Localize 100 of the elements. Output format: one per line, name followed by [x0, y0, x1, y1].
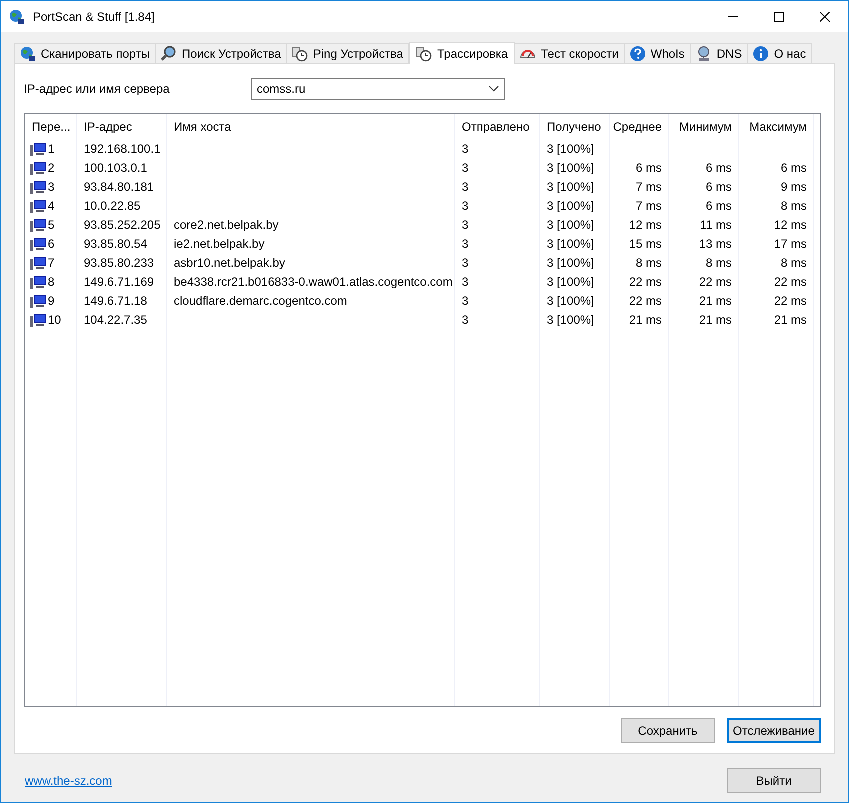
table-cell-text: 21 ms [629, 312, 662, 328]
table-cell-text: 149.6.71.169 [84, 274, 154, 290]
globe-icon [9, 8, 25, 24]
computer-icon [30, 236, 46, 252]
table-cell-text: 3 [100%] [547, 274, 594, 290]
table-cell-text: 3 [462, 292, 469, 310]
table-cell-text: 9 [48, 292, 55, 310]
computer-icon [30, 216, 46, 232]
table-cell-text: 8 ms [636, 254, 662, 272]
table-cell-text: 12 ms [774, 216, 807, 234]
table-cell-text: 3 [100%] [547, 178, 594, 196]
column-header[interactable]: Отправлено [462, 118, 530, 136]
table-cell-text: 5 [48, 216, 55, 234]
table-cell-text: 4 [48, 198, 55, 214]
table-cell-text: 3 [100%] [547, 216, 594, 234]
table-cell-text: 15 ms [629, 236, 662, 252]
tab[interactable]: Сканировать порты [14, 43, 156, 63]
table-cell-text: be4338.rcr21.b016833-0.waw01.atlas.cogentco.com [174, 274, 453, 290]
tab[interactable]: Трассировка [409, 42, 516, 64]
table-cell-text: 8 ms [780, 198, 807, 214]
tab[interactable]: Тест скорости [514, 43, 625, 63]
table-cell-text: 149.6.71.18 [84, 292, 148, 310]
table-cell-text: ie2.net.belpak.by [174, 236, 265, 252]
table-cell-text: 3 [462, 312, 469, 328]
table-cell-text: 3 [100%] [547, 160, 594, 176]
table-cell-text: 22 ms [774, 274, 807, 290]
table-cell-text: 21 ms [774, 312, 807, 328]
column-header[interactable]: Пере... [32, 118, 71, 136]
table-cell-text: 8 ms [780, 254, 807, 272]
table-cell-text: 21 ms [699, 312, 732, 328]
table-cell-text: 6 ms [780, 160, 807, 176]
table-cell-text: 6 ms [706, 198, 732, 214]
window-title: PortScan & Stuff [1.84] [33, 8, 155, 26]
tab[interactable]: Ping Устройства [286, 43, 410, 63]
table-cell-text: 93.85.80.233 [84, 254, 154, 272]
table-cell-text: 6 ms [706, 160, 732, 176]
column-header[interactable]: Минимум [679, 118, 732, 136]
table-cell-text: 1 [48, 140, 55, 158]
website-link[interactable]: www.the-sz.com [25, 772, 112, 790]
table-cell-text: 10 [48, 312, 62, 328]
table-cell-text: 8 ms [706, 254, 732, 272]
table-cell-text: 8 [48, 274, 55, 290]
column-header[interactable]: Максимум [750, 118, 807, 136]
computer-icon [30, 160, 46, 176]
computer-icon [30, 198, 46, 214]
table-cell-text: 93.85.252.205 [84, 216, 161, 234]
computer-icon [30, 178, 46, 194]
computer-icon [30, 274, 46, 290]
table-cell-text: 22 ms [629, 292, 662, 310]
table-cell-text: 21 ms [699, 292, 732, 310]
table-cell-text: 3 [462, 216, 469, 234]
table-cell-text: 100.103.0.1 [84, 160, 148, 176]
stopwatch-icon [416, 46, 432, 62]
computer-icon [30, 140, 46, 156]
computer-icon [30, 312, 46, 328]
table-cell-text: 3 [100%] [547, 140, 594, 158]
table-cell-text: 22 ms [774, 292, 807, 310]
host-combobox[interactable]: comss.ru [251, 78, 505, 100]
table-cell-text: 93.84.80.181 [84, 178, 154, 196]
column-header[interactable]: Получено [547, 118, 602, 136]
maximize-icon [774, 12, 784, 22]
table-cell-text: 3 [100%] [547, 312, 594, 328]
table-cell-text: 3 [462, 254, 469, 272]
table-cell-text: 7 [48, 254, 55, 272]
table-cell-text: 6 [48, 236, 55, 252]
computer-icon [30, 292, 46, 308]
table-cell-text: 22 ms [629, 274, 662, 290]
action-button[interactable]: Отслеживание [727, 718, 821, 743]
table-cell-text: 12 ms [629, 216, 662, 234]
table-cell-text: 13 ms [699, 236, 732, 252]
table-cell-text: 17 ms [774, 236, 807, 252]
table-cell-text: 3 [100%] [547, 198, 594, 214]
table-cell-text: 3 [100%] [547, 254, 594, 272]
table-cell-text: 3 [462, 236, 469, 252]
table-cell-text: 9 ms [780, 178, 807, 196]
table-cell-text: cloudflare.demarc.cogentco.com [174, 292, 348, 310]
table-cell-text: 6 ms [706, 178, 732, 196]
tab[interactable]: О нас [747, 43, 812, 63]
tab[interactable]: Поиск Устройства [154, 43, 288, 63]
computer-icon [30, 254, 46, 270]
table-cell-text: 3 [462, 274, 469, 290]
host-label: IP-адрес или имя сервера [24, 81, 171, 98]
globe-icon [20, 46, 36, 62]
table-cell-text: 3 [48, 178, 55, 196]
tab[interactable]: WhoIs [624, 43, 691, 63]
network-icon [696, 46, 712, 62]
column-header[interactable]: Среднее [613, 118, 662, 136]
table-cell-text: 6 ms [636, 160, 662, 176]
table-cell-text: 3 [100%] [547, 236, 594, 252]
table-cell-text: asbr10.net.belpak.by [174, 254, 286, 272]
table-cell-text: 10.0.22.85 [84, 198, 141, 214]
exit-button[interactable]: Выйти [727, 768, 821, 793]
tab[interactable]: DNS [690, 43, 748, 63]
column-header[interactable]: Имя хоста [174, 118, 232, 136]
column-header[interactable]: IP-адрес [84, 118, 132, 136]
table-cell-text: 7 ms [636, 198, 662, 214]
close-icon [820, 12, 830, 22]
table-cell-text: 11 ms [700, 216, 732, 234]
table-cell-text: core2.net.belpak.by [174, 216, 279, 234]
action-button[interactable]: Сохранить [621, 718, 715, 743]
